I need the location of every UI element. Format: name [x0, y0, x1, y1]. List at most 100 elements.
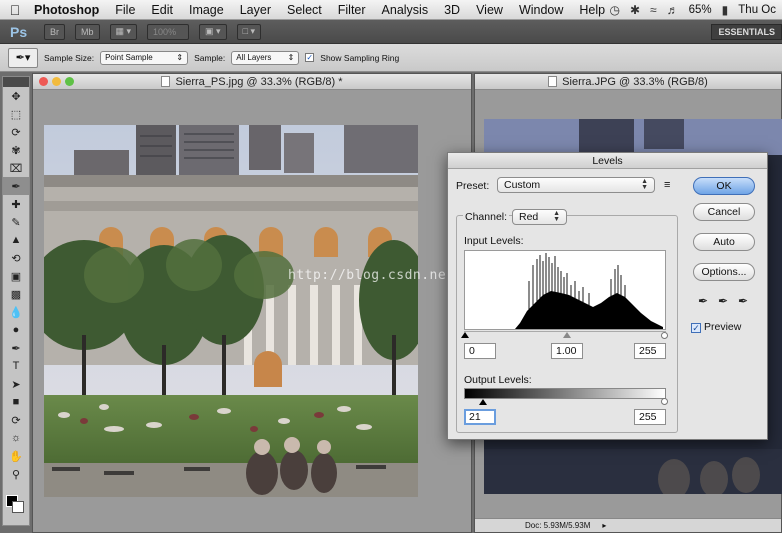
3d-rotate-tool-icon[interactable]: ⟳	[3, 411, 29, 429]
eraser-tool-icon[interactable]: ▣	[3, 267, 29, 285]
options-button[interactable]: Options...	[693, 263, 755, 281]
menu-image[interactable]: Image	[181, 3, 232, 17]
zoom-icon[interactable]	[65, 77, 74, 86]
menu-3d[interactable]: 3D	[436, 3, 468, 17]
ok-button[interactable]: OK	[693, 177, 755, 195]
input-black-slider[interactable]	[461, 332, 469, 338]
background-color-swatch[interactable]	[12, 501, 24, 513]
toolbox-grip[interactable]	[3, 77, 29, 87]
hand-tool-icon[interactable]: ✋	[3, 447, 29, 465]
brush-tool-icon[interactable]: ✎	[3, 213, 29, 231]
document-title-bar[interactable]: Sierra.JPG @ 33.3% (RGB/8)	[475, 74, 781, 90]
wifi-icon[interactable]: ≈	[650, 3, 657, 17]
menu-help[interactable]: Help	[571, 3, 613, 17]
eyedropper-tool-icon[interactable]: ✒	[3, 177, 29, 195]
blur-tool-icon[interactable]: 💧	[3, 303, 29, 321]
tool-preset-picker[interactable]: ✒ ▾	[8, 47, 38, 68]
sample-size-select[interactable]: Point Sample ⇕	[100, 50, 189, 65]
move-tool-icon[interactable]: ✥	[3, 87, 29, 105]
close-icon[interactable]	[39, 77, 48, 86]
minibridge-button[interactable]: Mb	[75, 23, 100, 40]
menu-file[interactable]: File	[107, 3, 143, 17]
output-levels-label: Output Levels:	[464, 374, 532, 386]
dialog-title[interactable]: Levels	[448, 153, 767, 169]
input-black-field[interactable]: 0	[464, 343, 496, 359]
document-title-bar[interactable]: Sierra_PS.jpg @ 33.3% (RGB/8) *	[33, 74, 471, 90]
sample-select[interactable]: All Layers ⇕	[231, 50, 300, 65]
document-size-info[interactable]: Doc: 5.93M/5.93M	[525, 521, 590, 530]
time-machine-icon[interactable]: ◷	[610, 3, 620, 17]
arrange-documents-button[interactable]: ▣ ▾	[199, 23, 227, 40]
type-tool-icon[interactable]: T	[3, 357, 29, 375]
document-icon	[161, 76, 171, 87]
menu-analysis[interactable]: Analysis	[374, 3, 437, 17]
preset-select[interactable]: Custom ▲ ▼	[497, 177, 655, 193]
document-window-left[interactable]: Sierra_PS.jpg @ 33.3% (RGB/8) *	[32, 73, 472, 533]
menu-filter[interactable]: Filter	[330, 3, 374, 17]
workspace-switcher[interactable]: ESSENTIALS	[711, 24, 782, 40]
chevron-updown-icon: ▲ ▼	[553, 210, 560, 223]
canvas-image[interactable]	[44, 125, 418, 497]
minimize-icon[interactable]	[52, 77, 61, 86]
lasso-tool-icon[interactable]: ⟳	[3, 123, 29, 141]
show-sampling-ring-checkbox[interactable]: ✓	[305, 53, 315, 62]
gray-point-eyedropper-icon[interactable]: ✒	[718, 294, 728, 308]
output-black-slider[interactable]	[479, 399, 487, 405]
channel-value: Red	[519, 211, 539, 223]
sample-label: Sample:	[194, 52, 226, 63]
output-white-field[interactable]: 255	[634, 409, 666, 425]
menu-window[interactable]: Window	[511, 3, 571, 17]
apple-icon[interactable]: 	[0, 2, 30, 18]
document-icon	[548, 76, 558, 87]
channel-select[interactable]: Red ▲ ▼	[512, 209, 567, 225]
quick-select-tool-icon[interactable]: ✾	[3, 141, 29, 159]
menu-layer[interactable]: Layer	[232, 3, 279, 17]
3d-orbit-tool-icon[interactable]: ☼	[3, 429, 29, 447]
sample-value: All Layers	[236, 53, 272, 62]
cancel-button[interactable]: Cancel	[693, 203, 755, 221]
park-photo	[44, 125, 418, 497]
input-white-slider[interactable]	[661, 332, 668, 339]
dodge-tool-icon[interactable]: ●	[3, 321, 29, 339]
output-white-slider[interactable]	[661, 398, 668, 405]
input-gamma-field[interactable]: 1.00	[551, 343, 583, 359]
zoom-tool-icon[interactable]: ⚲	[3, 465, 29, 483]
black-point-eyedropper-icon[interactable]: ✒	[698, 294, 708, 308]
preview-checkbox[interactable]: ✓	[691, 323, 701, 333]
preset-options-icon[interactable]: ≡	[664, 179, 670, 191]
marquee-tool-icon[interactable]: ⬚	[3, 105, 29, 123]
volume-icon[interactable]: ♬	[667, 3, 679, 17]
screen-mode-button[interactable]: □ ▾	[236, 23, 262, 40]
shape-tool-icon[interactable]: ■	[3, 393, 29, 411]
chevron-updown-icon: ⇕	[287, 53, 295, 62]
white-point-eyedropper-icon[interactable]: ✒	[738, 294, 748, 308]
input-white-field[interactable]: 255	[634, 343, 666, 359]
gradient-tool-icon[interactable]: ▩	[3, 285, 29, 303]
auto-button[interactable]: Auto	[693, 233, 755, 251]
healing-brush-tool-icon[interactable]: ✚	[3, 195, 29, 213]
clone-stamp-tool-icon[interactable]: ▲	[3, 231, 29, 249]
output-gradient-bar	[464, 388, 666, 399]
clock[interactable]: Thu Oc	[738, 4, 776, 16]
bridge-button[interactable]: Br	[44, 23, 65, 40]
crop-tool-icon[interactable]: ⌧	[3, 159, 29, 177]
zoom-level-select[interactable]: 100%	[147, 23, 190, 40]
menu-app-name[interactable]: Photoshop	[30, 3, 107, 17]
menu-view[interactable]: View	[468, 3, 511, 17]
chevron-updown-icon: ▲ ▼	[641, 178, 648, 191]
battery-icon[interactable]: ▮	[722, 3, 729, 17]
menubar:  Photoshop File Edit Image Layer Select…	[0, 0, 782, 20]
application-bar: Ps Br Mb ▦ ▾ 100% ▣ ▾ □ ▾ ESSENTIALS	[0, 20, 782, 44]
window-controls	[39, 77, 74, 86]
output-black-field[interactable]: 21	[464, 409, 496, 425]
preview-label: Preview	[704, 321, 742, 333]
history-brush-tool-icon[interactable]: ⟲	[3, 249, 29, 267]
input-gamma-slider[interactable]	[563, 332, 571, 338]
extras-button[interactable]: ▦ ▾	[109, 23, 138, 40]
bluetooth-icon[interactable]: ✱	[630, 3, 640, 17]
path-selection-tool-icon[interactable]: ➤	[3, 375, 29, 393]
menu-edit[interactable]: Edit	[143, 3, 181, 17]
pen-tool-icon[interactable]: ✒	[3, 339, 29, 357]
menu-select[interactable]: Select	[279, 3, 330, 17]
status-arrow-icon[interactable]: ▸	[602, 521, 606, 530]
